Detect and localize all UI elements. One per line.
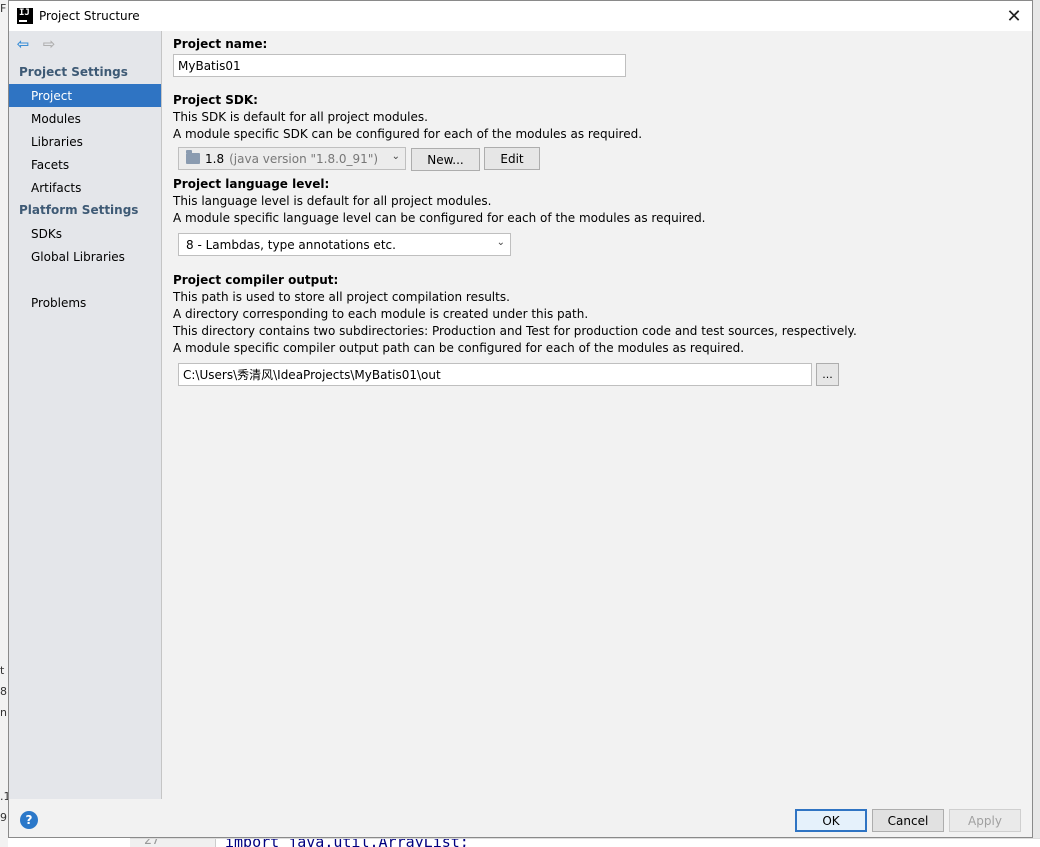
output-description-3: This directory contains two subdirectori… — [173, 324, 857, 338]
project-settings-panel: Project name: Project SDK: This SDK is d… — [164, 31, 1032, 799]
sidebar-item-sdks[interactable]: SDKs — [9, 222, 161, 245]
nav-arrows: ⇦ ⇨ — [15, 35, 57, 53]
window-title: Project Structure — [39, 9, 140, 23]
sidebar: ⇦ ⇨ Project Settings Project Modules Lib… — [9, 31, 162, 799]
sidebar-item-problems[interactable]: Problems — [9, 291, 161, 314]
output-description-4: A module specific compiler output path c… — [173, 341, 745, 355]
background-editor: 27 import java.util.ArrayList; — [130, 838, 1040, 847]
background-fragment: n — [0, 706, 7, 719]
project-name-input[interactable] — [173, 54, 626, 77]
sidebar-group-project-settings: Project Settings — [19, 65, 128, 79]
sidebar-group-platform-settings: Platform Settings — [19, 203, 139, 217]
close-button[interactable]: ✕ — [1000, 2, 1028, 30]
title-bar: IJ Project Structure ✕ — [9, 1, 1032, 31]
project-structure-dialog: IJ Project Structure ✕ ⇦ ⇨ Project Setti… — [8, 0, 1033, 838]
compiler-output-label: Project compiler output: — [173, 273, 339, 287]
line-number: 27 — [144, 838, 160, 847]
chevron-down-icon: ⌄ — [391, 151, 400, 162]
compiler-output-path-input[interactable] — [178, 363, 812, 386]
ok-button[interactable]: OK — [795, 809, 867, 832]
sdk-description-1: This SDK is default for all project modu… — [173, 110, 428, 124]
sdk-version: 1.8 — [205, 151, 225, 166]
project-sdk-label: Project SDK: — [173, 93, 258, 107]
chevron-down-icon: ⌄ — [496, 237, 505, 248]
close-icon: ✕ — [1006, 5, 1022, 27]
arrow-left-icon[interactable]: ⇦ — [15, 35, 31, 53]
sidebar-item-global-libraries[interactable]: Global Libraries — [9, 245, 161, 268]
background-fragment: F — [0, 2, 7, 15]
project-name-label: Project name: — [173, 37, 268, 51]
sidebar-item-modules[interactable]: Modules — [9, 107, 161, 130]
language-description-2: A module specific language level can be … — [173, 211, 706, 225]
intellij-icon: IJ — [17, 8, 33, 24]
cancel-button[interactable]: Cancel — [872, 809, 944, 832]
code-line: import java.util.ArrayList; — [225, 838, 469, 847]
edit-sdk-button[interactable]: Edit — [484, 147, 540, 170]
sidebar-item-libraries[interactable]: Libraries — [9, 130, 161, 153]
language-level-dropdown[interactable]: 8 - Lambdas, type annotations etc. ⌄ — [178, 233, 511, 256]
sdk-description-2: A module specific SDK can be configured … — [173, 127, 643, 141]
output-description-2: A directory corresponding to each module… — [173, 307, 589, 321]
new-sdk-button[interactable]: New... — [411, 148, 480, 171]
browse-button[interactable]: ... — [816, 363, 839, 386]
folder-icon — [186, 150, 200, 164]
apply-button[interactable]: Apply — [949, 809, 1021, 832]
help-icon[interactable]: ? — [20, 811, 38, 829]
arrow-right-icon[interactable]: ⇨ — [41, 35, 57, 53]
sdk-dropdown[interactable]: 1.8 (java version "1.8.0_91") ⌄ — [178, 147, 406, 170]
editor-gutter: 27 — [130, 839, 216, 847]
sidebar-item-facets[interactable]: Facets — [9, 153, 161, 176]
sidebar-item-project[interactable]: Project — [9, 84, 161, 107]
sidebar-item-artifacts[interactable]: Artifacts — [9, 176, 161, 199]
output-description-1: This path is used to store all project c… — [173, 290, 510, 304]
sdk-detail: (java version "1.8.0_91") — [229, 151, 379, 166]
language-level-value: 8 - Lambdas, type annotations etc. — [186, 237, 396, 252]
background-fragment: 8 — [0, 685, 7, 698]
language-description-1: This language level is default for all p… — [173, 194, 492, 208]
background-ide-right — [1033, 0, 1040, 847]
background-fragment: t — [0, 664, 5, 677]
background-ide-left: F t 8 n .1 9. — [0, 0, 11, 847]
language-level-label: Project language level: — [173, 177, 330, 191]
